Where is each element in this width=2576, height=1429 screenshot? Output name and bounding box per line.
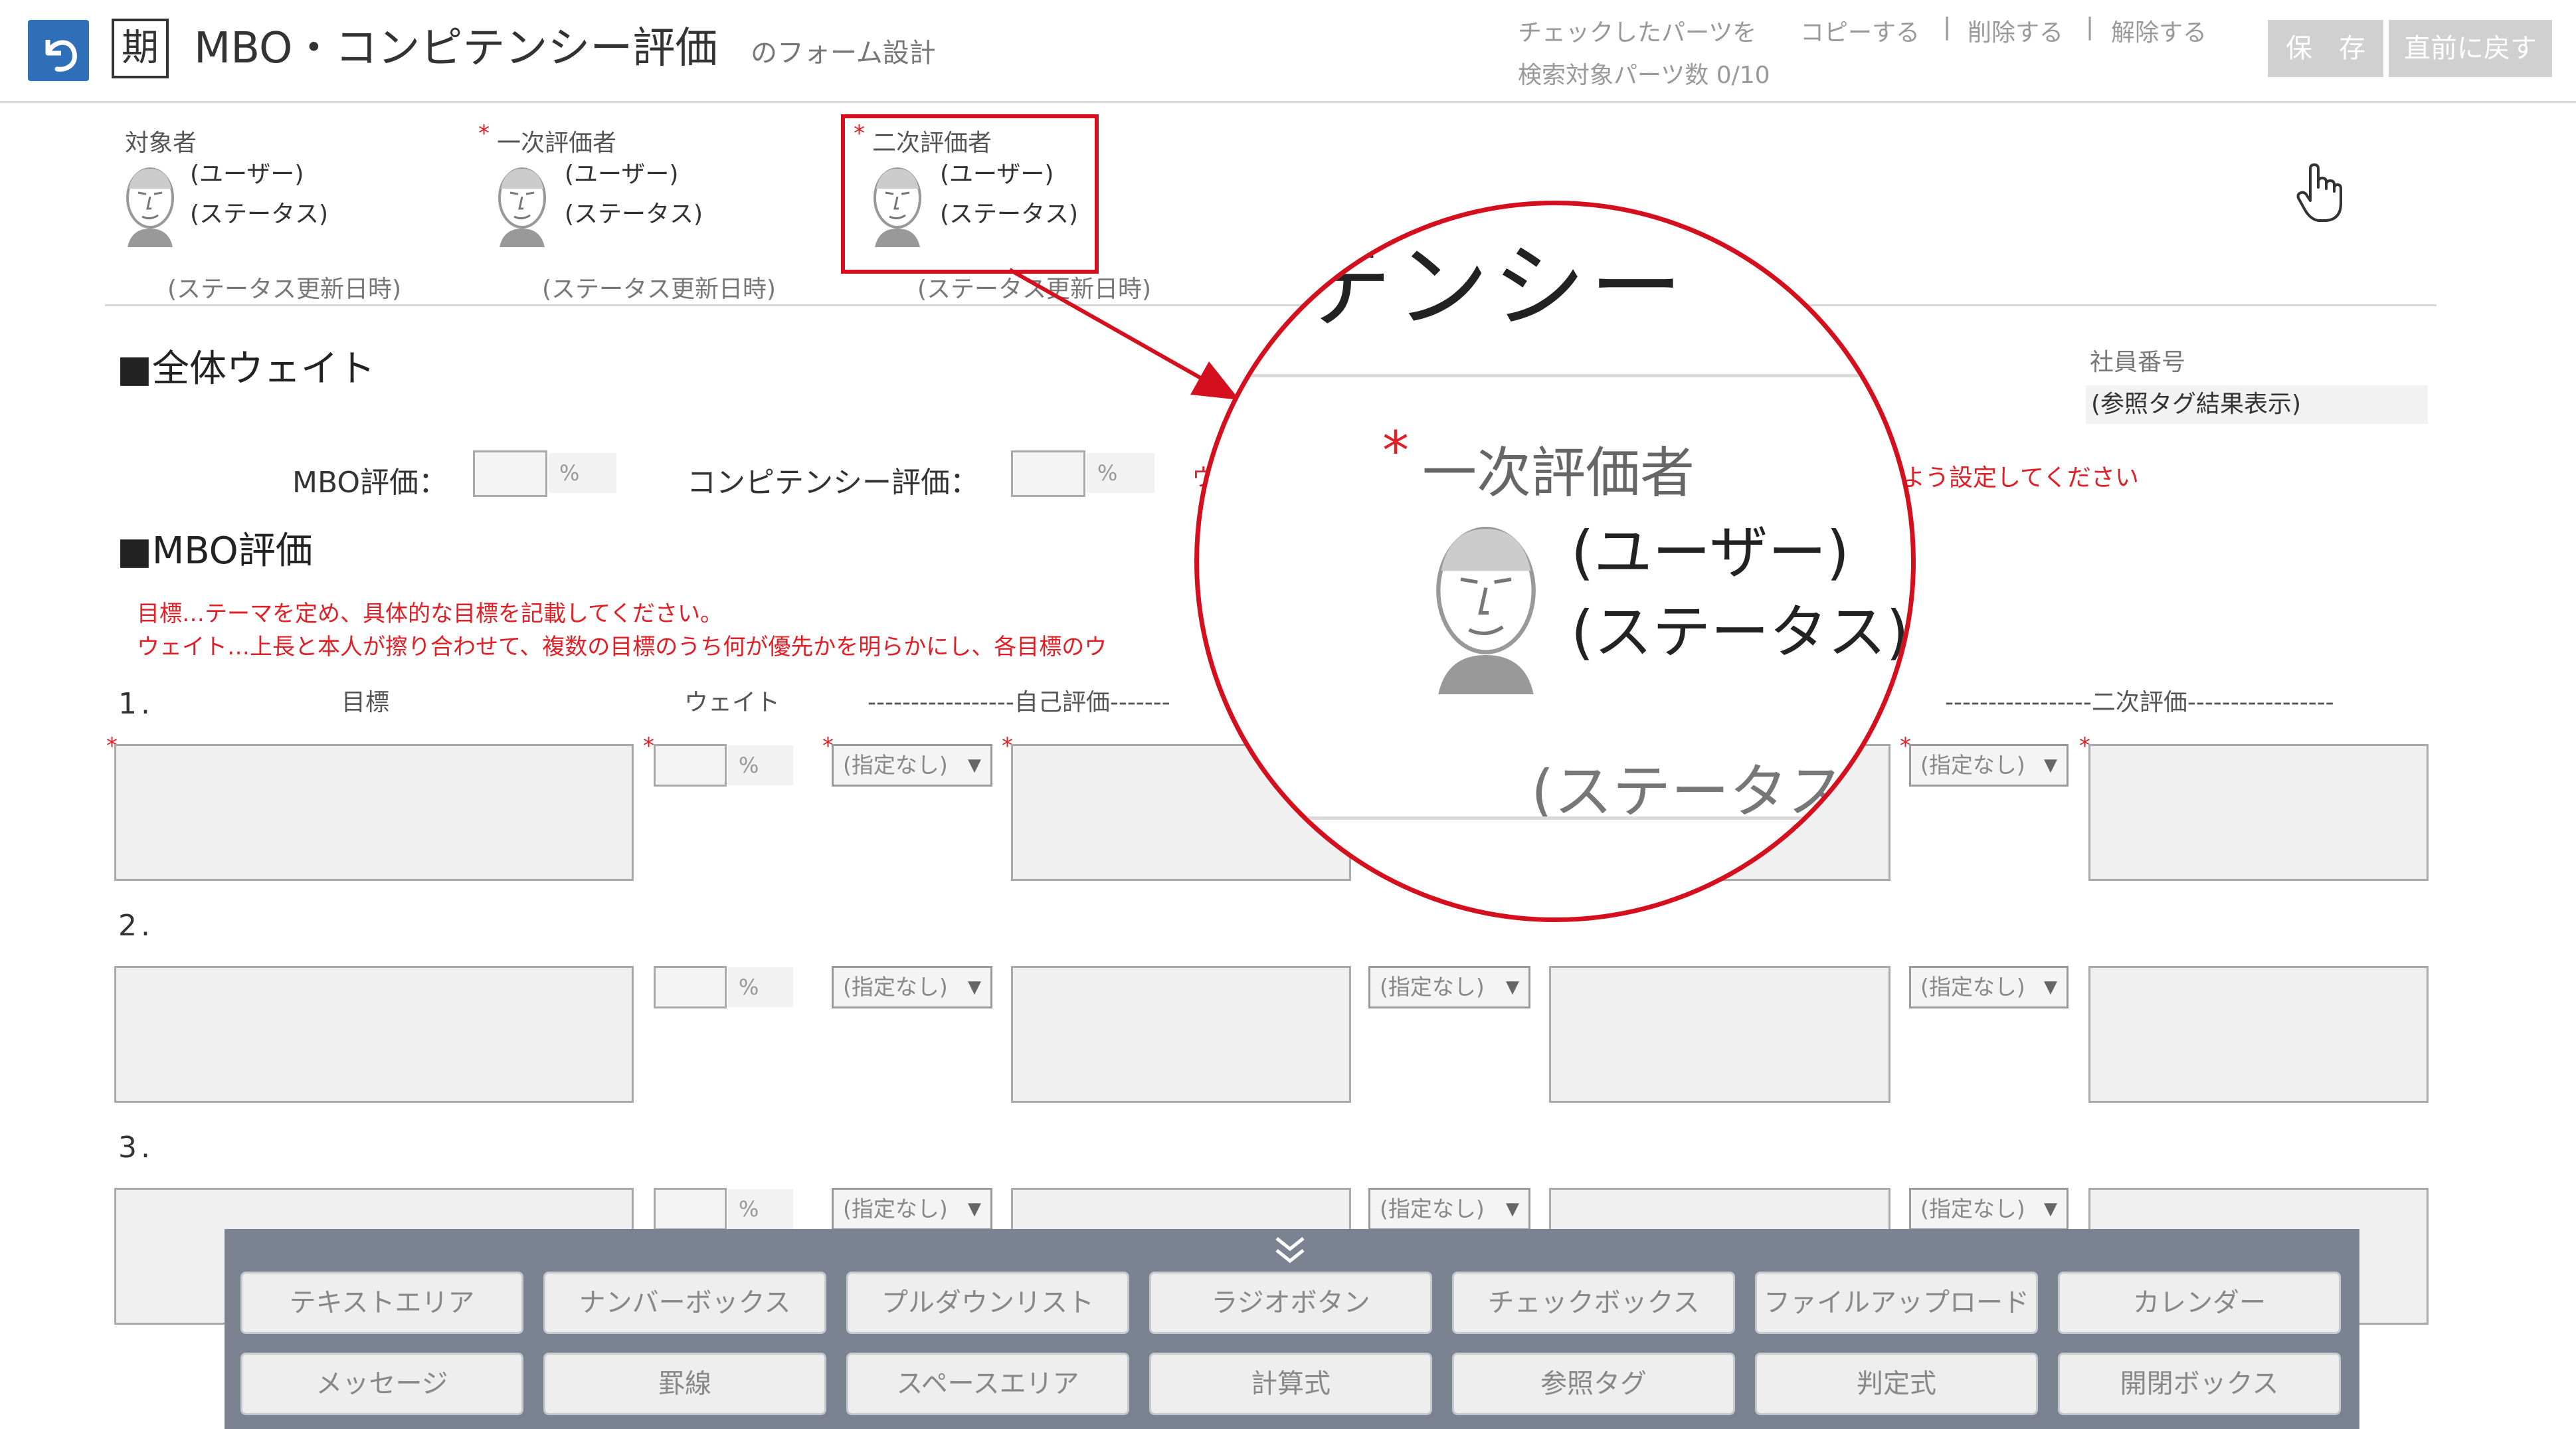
required-star: * (1382, 420, 1409, 482)
palette-part-radio[interactable]: ラジオボタン (1149, 1272, 1432, 1334)
zoom-status: (ステータス) (1571, 598, 1909, 666)
zoom-divider (1199, 816, 1911, 820)
palette-part-message[interactable]: メッセージ (240, 1353, 523, 1415)
palette-part-formula[interactable]: 計算式 (1149, 1353, 1432, 1415)
palette-part-reftag[interactable]: 参照タグ (1452, 1353, 1735, 1415)
palette-part-calendar[interactable]: カレンダー (2058, 1272, 2341, 1334)
palette-part-textarea[interactable]: テキストエリア (240, 1272, 523, 1334)
palette-part-fileupload[interactable]: ファイルアップロード (1755, 1272, 2038, 1334)
palette-part-collapsible[interactable]: 開閉ボックス (2058, 1353, 2341, 1415)
zoom-lens: テンシー * 一次評価者 (ユーザー) (ステータス) (ステータス更 (1194, 201, 1916, 922)
zoom-role-label: 一次評価者 (1422, 442, 1695, 505)
palette-part-numberbox[interactable]: ナンバーボックス (543, 1272, 826, 1334)
palette-part-ruledline[interactable]: 罫線 (543, 1353, 826, 1415)
zoom-user: (ユーザー) (1571, 518, 1849, 587)
palette-part-spacearea[interactable]: スペースエリア (846, 1353, 1129, 1415)
palette-part-judgement[interactable]: 判定式 (1755, 1353, 2038, 1415)
zoom-title-rule (1199, 374, 1911, 377)
double-chevron-down-icon[interactable] (1271, 1234, 1309, 1266)
zoom-title-fragment: テンシー (1299, 233, 1687, 341)
parts-palette: テキストエリア ナンバーボックス プルダウンリスト ラジオボタン チェックボック… (225, 1229, 2359, 1429)
palette-part-pulldown[interactable]: プルダウンリスト (846, 1272, 1129, 1334)
palette-part-checkbox[interactable]: チェックボックス (1452, 1272, 1735, 1334)
zoom-avatar-icon (1436, 526, 1536, 694)
